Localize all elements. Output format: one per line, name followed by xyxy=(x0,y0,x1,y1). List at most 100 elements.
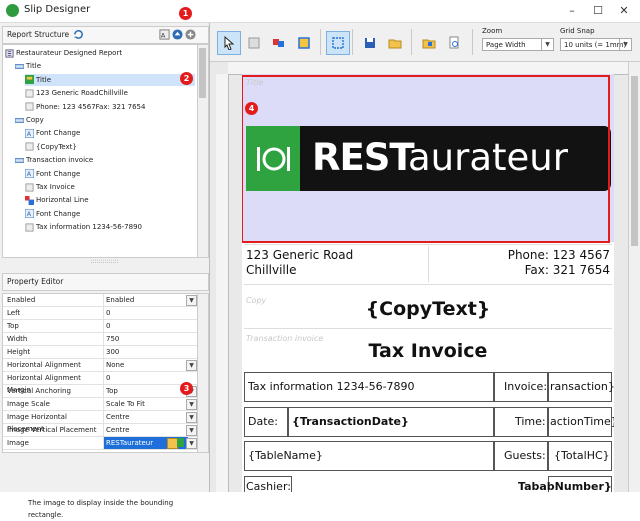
zoom-select[interactable]: Page Width ▼ xyxy=(482,38,554,51)
chevron-down-icon[interactable]: ▼ xyxy=(186,399,197,410)
property-value[interactable]: Top xyxy=(103,385,188,397)
property-value[interactable]: 300 xyxy=(103,346,188,358)
property-name: Enabled xyxy=(7,296,36,304)
chevron-down-icon[interactable]: ▼ xyxy=(186,412,197,423)
tree-node[interactable]: A Font Change xyxy=(25,168,195,180)
chevron-down-icon[interactable]: ▼ xyxy=(186,295,197,306)
property-row[interactable]: Image Horizontal Placement Centre ▼ xyxy=(3,411,197,433)
property-row[interactable]: Horizontal Alignment Margin 0 xyxy=(3,372,197,394)
pointer-icon xyxy=(224,35,235,51)
date-label: Date: xyxy=(248,415,278,428)
tree-scroll-thumb[interactable] xyxy=(199,48,206,98)
report-structure-tree[interactable]: Restaurateur Designed Report Title Title 12… xyxy=(2,44,198,258)
property-value[interactable]: Centre xyxy=(103,411,188,423)
chevron-down-icon: ▼ xyxy=(619,39,631,50)
tree-node[interactable]: Transaction invoice xyxy=(15,154,195,166)
text-icon xyxy=(25,89,34,98)
panel-splitter[interactable]: :::::::::::::: xyxy=(2,259,207,265)
address-line-2: Chillville xyxy=(246,263,297,277)
callout-badge-1: 1 xyxy=(179,7,192,20)
text-icon xyxy=(25,102,34,111)
chevron-down-icon[interactable]: ▼ xyxy=(186,438,197,449)
toolbar-separator xyxy=(320,29,321,55)
select-frame-button[interactable] xyxy=(326,31,350,55)
maximize-button[interactable]: ☐ xyxy=(584,2,612,20)
move-up-icon[interactable] xyxy=(172,29,183,40)
toolbar-separator xyxy=(352,29,353,55)
zoom-label: Zoom xyxy=(482,27,503,35)
tree-node[interactable]: Horizontal Line xyxy=(25,194,195,206)
property-row[interactable]: Horizontal Alignment None ▼ xyxy=(3,359,197,372)
invoice-value: ransaction} xyxy=(550,380,614,393)
property-grid[interactable]: Enabled Enabled ▼ Left 0 Top 0 Width 750 Height 30… xyxy=(2,293,198,453)
tree-node[interactable]: Copy xyxy=(15,114,195,126)
grid-snap-select[interactable]: 10 units (= 1mm) ▼ xyxy=(560,38,632,51)
property-scrollbar[interactable] xyxy=(197,293,209,453)
property-value[interactable]: Enabled xyxy=(103,294,188,306)
tree-node[interactable]: A Font Change xyxy=(25,127,195,139)
copy-text-field[interactable]: {CopyText} xyxy=(242,298,614,320)
sort-icon[interactable]: A xyxy=(159,29,170,40)
property-name: Top xyxy=(7,322,19,330)
svg-text:A: A xyxy=(27,131,32,138)
property-value[interactable]: 0 xyxy=(103,320,188,332)
tree-node-label: Title xyxy=(36,75,52,84)
tree-node[interactable]: Tax Invoice xyxy=(25,181,195,193)
font-icon: A xyxy=(25,209,34,219)
tree-node-label: Phone: 123 4567Fax: 321 7654 xyxy=(36,102,146,111)
text-tool-button[interactable] xyxy=(242,31,266,55)
image-tool-button[interactable] xyxy=(267,31,291,55)
property-value[interactable]: 0 xyxy=(103,372,188,384)
preview-button[interactable] xyxy=(442,31,466,55)
close-button[interactable]: ✕ xyxy=(610,2,638,20)
tree-node[interactable]: 123 Generic RoadChillville xyxy=(25,87,195,99)
property-row[interactable]: Vertical AnchoringTop▼ xyxy=(3,385,197,398)
property-row[interactable]: Enabled Enabled ▼ xyxy=(3,294,197,307)
selection-rectangle[interactable] xyxy=(242,75,610,243)
image-picker-icon[interactable] xyxy=(177,438,184,447)
cashier-label: Cashier: xyxy=(246,480,291,492)
tax-invoice-heading[interactable]: Tax Invoice xyxy=(242,340,614,362)
property-value[interactable]: None xyxy=(103,359,188,371)
canvas-scroll-thumb[interactable] xyxy=(631,76,638,246)
property-value[interactable]: 0 xyxy=(103,307,188,319)
tree-scrollbar[interactable] xyxy=(197,44,209,258)
tree-node[interactable]: Title xyxy=(15,60,195,72)
tree-node[interactable]: Restaurateur Designed Report xyxy=(5,47,195,59)
refresh-icon[interactable] xyxy=(73,29,84,40)
tree-node[interactable]: Tax information 1234-56-7890 xyxy=(25,221,195,233)
slip-page[interactable]: Title REST aurateur 123 Generic Road Chi… xyxy=(242,74,614,492)
tree-node[interactable]: {CopyText} xyxy=(25,141,195,153)
band-tool-button[interactable] xyxy=(292,31,316,55)
canvas-scrollbar[interactable] xyxy=(628,62,640,492)
chevron-down-icon[interactable]: ▼ xyxy=(186,425,197,436)
text-icon xyxy=(25,182,34,192)
property-row[interactable]: Width 750 xyxy=(3,333,197,346)
save-button[interactable] xyxy=(358,31,382,55)
grid-snap-label: Grid Snap xyxy=(560,27,595,35)
pointer-tool-button[interactable] xyxy=(217,31,241,55)
tree-node-label: Font Change xyxy=(36,209,81,218)
property-value[interactable]: Centre xyxy=(103,424,188,436)
open-button[interactable] xyxy=(383,31,407,55)
property-row[interactable]: Image Vertical Placement Centre ▼ xyxy=(3,424,197,437)
tree-node[interactable]: A Font Change xyxy=(25,208,195,220)
property-row[interactable]: Top 0 xyxy=(3,320,197,333)
import-button[interactable] xyxy=(417,31,441,55)
band-icon xyxy=(298,37,310,49)
band-divider xyxy=(244,284,612,285)
font-icon: A xyxy=(25,169,34,179)
add-item-icon[interactable] xyxy=(185,29,196,40)
minimize-button[interactable]: – xyxy=(558,2,586,20)
band-icon xyxy=(15,64,24,69)
property-value[interactable]: Scale To Fit xyxy=(103,398,188,410)
band-icon xyxy=(15,157,24,163)
property-value[interactable]: 750 xyxy=(103,333,188,345)
property-row[interactable]: Image RESTaurateur ▼ xyxy=(3,437,197,450)
tree-node[interactable]: Phone: 123 4567Fax: 321 7654 xyxy=(25,101,195,113)
chevron-down-icon[interactable]: ▼ xyxy=(186,360,197,371)
property-row[interactable]: Left 0 xyxy=(3,307,197,320)
tree-node[interactable]: Title xyxy=(25,73,195,86)
property-row[interactable]: Image Scale Scale To Fit ▼ xyxy=(3,398,197,411)
property-row[interactable]: Height 300 xyxy=(3,346,197,359)
